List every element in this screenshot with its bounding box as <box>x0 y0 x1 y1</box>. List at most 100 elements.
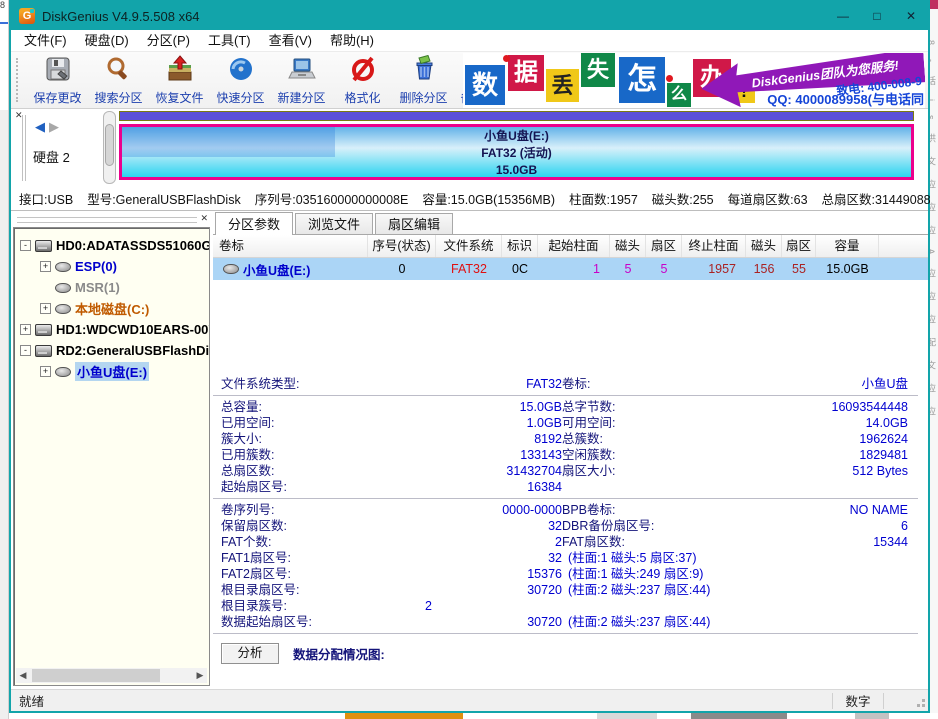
save-changes-button[interactable]: 保存更改 <box>27 54 88 106</box>
analyze-button[interactable]: 分析 <box>221 643 279 664</box>
resize-grip[interactable] <box>912 694 926 708</box>
prev-disk-icon[interactable]: ◀ <box>35 119 49 134</box>
detail-value: 1.0GB <box>381 415 562 431</box>
tree-item-hd1[interactable]: + HD1:WDCWD10EARS-00Y5B <box>14 319 209 340</box>
expander-icon[interactable]: + <box>20 324 31 335</box>
partition-icon <box>55 262 71 272</box>
col-id[interactable]: 标识 <box>502 235 538 257</box>
tree-item-esp[interactable]: + ESP(0) <box>14 256 209 277</box>
save-icon <box>44 55 72 88</box>
col-start-sec[interactable]: 扇区 <box>646 235 682 257</box>
col-end-head[interactable]: 磁头 <box>746 235 782 257</box>
info-interface: 接口:USB <box>19 189 73 208</box>
delete-partition-button[interactable]: 删除分区 <box>393 54 454 106</box>
new-partition-icon <box>288 55 316 88</box>
separator <box>213 633 918 634</box>
tab-partition-params[interactable]: 分区参数 <box>215 212 293 235</box>
detail-label: 根目录簇号: <box>221 598 381 614</box>
previous-disk-bar[interactable] <box>119 111 914 121</box>
tree-horizontal-scrollbar[interactable]: ◀ ▶ <box>16 668 207 683</box>
search-icon <box>105 55 133 88</box>
tree-panel-header: ✕ <box>11 211 213 227</box>
detail-label: 已用簇数: <box>221 447 381 463</box>
col-volume[interactable]: 卷标 <box>213 235 368 257</box>
close-button[interactable]: ✕ <box>894 2 928 30</box>
partition-icon <box>55 283 71 293</box>
bg-bottom-gray1 <box>597 713 657 719</box>
separator <box>213 395 918 396</box>
detail-chs-value: (柱面:1 磁头:5 扇区:37) <box>562 550 697 566</box>
detail-label: 总簇数: <box>562 431 712 447</box>
disk-view-panel: ✕ ◀▶ 硬盘 2 小鱼U盘(E:) FAT32 (活动) 15.0GB <box>11 109 928 187</box>
partition-fs: FAT32 (活动) <box>122 144 911 161</box>
bg-left-text: 8 <box>0 0 5 10</box>
menu-disk[interactable]: 硬盘(D) <box>76 31 138 51</box>
filesystem-details: 文件系统类型: FAT32 卷标: 小鱼U盘 总容量: 15.0GB 总字节数:… <box>213 280 928 689</box>
detail-value: 1829481 <box>712 447 928 463</box>
tree-item-hd0[interactable]: - HD0:ADATASSDS51060GB( <box>14 235 209 256</box>
menu-view[interactable]: 查看(V) <box>260 31 321 51</box>
tab-browse-files[interactable]: 浏览文件 <box>295 213 373 234</box>
tree-item-rd2[interactable]: - RD2:GeneralUSBFlashDi <box>14 340 209 361</box>
selected-partition-bar[interactable]: 小鱼U盘(E:) FAT32 (活动) 15.0GB <box>119 124 914 180</box>
ad-banner[interactable]: 数 据 丢 失 怎 么 办 ! DiskGenius团队为您服务! 致电: 40… <box>463 53 925 108</box>
col-start-head[interactable]: 磁头 <box>610 235 646 257</box>
recover-files-button[interactable]: 恢复文件 <box>149 54 210 106</box>
detail-value: 16384 <box>381 479 562 495</box>
expander-icon[interactable]: + <box>40 261 51 272</box>
col-start-cyl[interactable]: 起始柱面 <box>538 235 610 257</box>
detail-chs-value: (柱面:2 磁头:237 扇区:44) <box>562 582 710 598</box>
maximize-button[interactable]: □ <box>860 2 894 30</box>
expander-icon[interactable]: - <box>20 345 31 356</box>
expander-icon[interactable]: + <box>40 303 51 314</box>
menu-partition[interactable]: 分区(P) <box>138 31 199 51</box>
detail-value: 小鱼U盘 <box>712 376 928 392</box>
detail-row: FAT2扇区号: 15376 (柱面:1 磁头:249 扇区:9) <box>213 566 928 582</box>
detail-row: 文件系统类型: FAT32 卷标: 小鱼U盘 <box>213 376 928 392</box>
cell-capacity: 15.0GB <box>816 262 879 276</box>
col-end-cyl[interactable]: 终止柱面 <box>682 235 746 257</box>
detail-chs-value: (柱面:1 磁头:249 扇区:9) <box>562 566 703 582</box>
tree-close-icon[interactable]: ✕ <box>200 213 208 224</box>
detail-row: 总扇区数: 31432704 扇区大小: 512 Bytes <box>213 463 928 479</box>
scroll-right-icon[interactable]: ▶ <box>193 670 207 681</box>
col-filesystem[interactable]: 文件系统 <box>436 235 502 257</box>
expander-icon[interactable]: - <box>20 240 31 251</box>
detail-label: 卷标: <box>562 376 712 392</box>
background-window-sliver-bottom <box>9 713 938 719</box>
expander-icon[interactable]: + <box>40 366 51 377</box>
format-button[interactable]: 格式化 <box>332 54 393 106</box>
menu-help[interactable]: 帮助(H) <box>321 31 383 51</box>
menu-tools[interactable]: 工具(T) <box>199 31 260 51</box>
menu-file[interactable]: 文件(F) <box>15 31 76 51</box>
scroll-left-icon[interactable]: ◀ <box>16 670 30 681</box>
tree-item-usb-e[interactable]: + 小鱼U盘(E:) <box>14 361 209 382</box>
cell-end-head: 156 <box>746 262 782 276</box>
banner-tile: 据 <box>508 55 544 91</box>
col-end-sec[interactable]: 扇区 <box>782 235 816 257</box>
tree-item-local-c[interactable]: + 本地磁盘(C:) <box>14 298 209 319</box>
tab-sector-edit[interactable]: 扇区编辑 <box>375 213 453 234</box>
next-disk-icon[interactable]: ▶ <box>49 119 63 134</box>
tree-item-msr[interactable]: MSR(1) <box>14 277 209 298</box>
analyze-row: 分析 数据分配情况图: <box>213 643 928 664</box>
col-index[interactable]: 序号(状态) <box>368 235 436 257</box>
diskview-scrollbar[interactable] <box>103 111 116 184</box>
detail-label: 可用空间: <box>562 415 712 431</box>
diskview-splitter[interactable] <box>22 115 26 181</box>
minimize-button[interactable]: — <box>826 2 860 30</box>
detail-chs-value: (柱面:2 磁头:237 扇区:44) <box>562 614 710 630</box>
diskview-scrollbar-thumb[interactable] <box>105 124 114 166</box>
search-partition-button[interactable]: 搜索分区 <box>88 54 149 106</box>
banner-tile: 失 <box>581 53 615 87</box>
quick-partition-button[interactable]: 快速分区 <box>210 54 271 106</box>
new-partition-button[interactable]: 新建分区 <box>271 54 332 106</box>
col-capacity[interactable]: 容量 <box>816 235 879 257</box>
tree-item-label: 本地磁盘(C:) <box>75 299 149 318</box>
window-controls: — □ ✕ <box>826 2 928 30</box>
hdd-icon <box>35 345 52 357</box>
cell-end-sec: 55 <box>782 262 816 276</box>
detail-value: 15.0GB <box>381 399 562 415</box>
partition-table-row[interactable]: 小鱼U盘(E:) 0 FAT32 0C 1 5 5 1957 156 55 15… <box>213 258 928 280</box>
tree-scrollbar-thumb[interactable] <box>32 669 160 682</box>
